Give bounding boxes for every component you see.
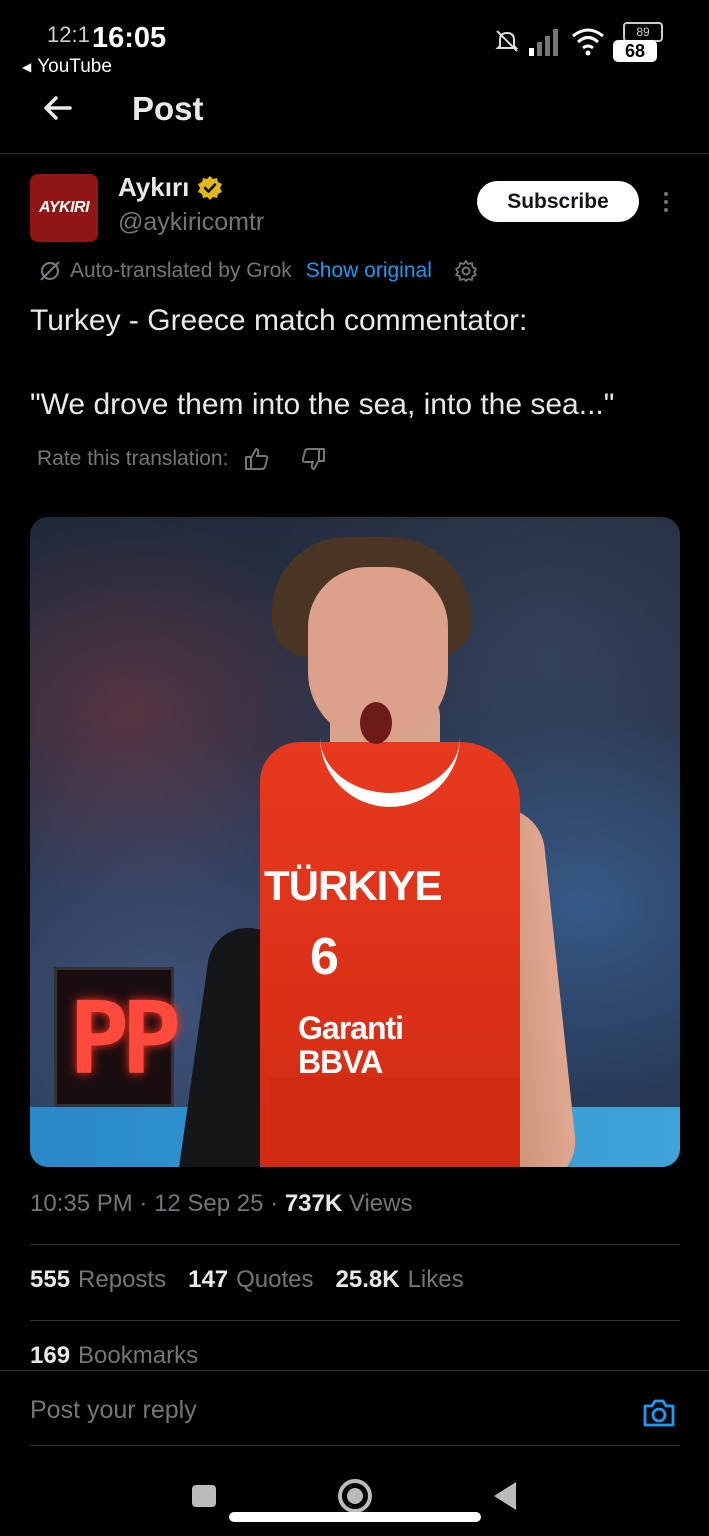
camera-icon[interactable] (642, 1397, 676, 1429)
back-to-app-link[interactable]: ◀ YouTube (22, 56, 112, 78)
jersey-number: 6 (310, 928, 339, 986)
back-arrow-icon[interactable] (38, 88, 78, 128)
wifi-icon (572, 28, 604, 56)
home-button[interactable] (338, 1479, 372, 1513)
subscribe-button[interactable]: Subscribe (477, 181, 639, 222)
author-name: Aykırı (118, 172, 190, 202)
more-options-icon[interactable] (656, 186, 676, 218)
back-app-label: YouTube (37, 56, 112, 77)
post-text: Turkey - Greece match commentator: "We d… (30, 304, 615, 421)
likes-label: Likes (407, 1266, 464, 1293)
battery-value: 68 (613, 40, 657, 62)
quotes-label: Quotes (236, 1266, 314, 1293)
post-date: 12 Sep 25 (154, 1190, 264, 1217)
reposts-count: 555 (30, 1266, 71, 1293)
quotes-stat[interactable]: 147 Quotes (188, 1266, 313, 1294)
home-indicator[interactable] (229, 1512, 481, 1522)
battery-small-value: 89 (623, 22, 663, 42)
player-mouth (360, 702, 392, 744)
views-count: 737K (284, 1190, 343, 1217)
views-label: Views (348, 1190, 413, 1217)
signal-icon (529, 29, 558, 56)
jersey-country-text: TÜRKIYE (264, 862, 442, 909)
translation-row: Auto-translated by Grok Show original (38, 256, 486, 286)
status-time: 16:05 (92, 22, 167, 54)
post-header: Post (0, 84, 709, 154)
back-button[interactable] (494, 1482, 516, 1510)
player-shorts (270, 1077, 520, 1167)
translation-label: Auto-translated by Grok (70, 259, 292, 282)
battery-indicator: 89 68 (613, 22, 663, 62)
system-icons: 89 68 (493, 22, 663, 62)
likes-stat[interactable]: 25.8K Likes (336, 1266, 464, 1294)
divider (30, 1445, 680, 1446)
status-time-secondary: 12:1 (47, 22, 90, 47)
recents-button[interactable] (192, 1485, 216, 1507)
sponsor-line-2: BBVA (298, 1044, 383, 1080)
likes-count: 25.8K (335, 1266, 400, 1293)
status-bar: 12:1 16:05 ◀ YouTube 89 68 (0, 0, 709, 84)
author-name-row[interactable]: Aykırı (118, 172, 223, 203)
jersey-sponsor: Garanti BBVA (298, 1010, 404, 1080)
gear-icon[interactable] (454, 259, 478, 283)
back-triangle-icon: ◀ (22, 60, 32, 74)
reposts-label: Reposts (78, 1266, 167, 1293)
quotes-count: 147 (188, 1266, 229, 1293)
author-handle[interactable]: @aykiricomtr (118, 208, 264, 237)
divider (30, 1244, 680, 1245)
thumbs-up-icon[interactable] (244, 447, 270, 471)
show-original-link[interactable]: Show original (306, 259, 432, 283)
divider (30, 1320, 680, 1321)
bookmarks-count: 169 (30, 1342, 71, 1369)
reposts-stat[interactable]: 555 Reposts (30, 1266, 166, 1294)
rate-translation-row: Rate this translation: (37, 444, 326, 474)
page-title: Post (132, 90, 204, 127)
avatar-text: AYKIRI (38, 199, 90, 216)
system-nav-bar (0, 1450, 709, 1536)
bookmarks-label: Bookmarks (78, 1342, 199, 1369)
verified-badge-icon (198, 175, 223, 200)
engagement-stats: 555 Reposts 147 Quotes 25.8K Likes (30, 1266, 464, 1294)
shot-clock-display: PP (69, 980, 181, 1097)
avatar[interactable]: AYKIRI (30, 174, 98, 242)
thumbs-down-icon[interactable] (300, 447, 326, 471)
rate-translation-label: Rate this translation: (37, 447, 229, 470)
post-image[interactable]: PP TÜRKIYE 6 Garanti BBVA (30, 517, 680, 1167)
grok-icon (40, 261, 60, 281)
reply-input[interactable] (30, 1396, 630, 1425)
post-time: 10:35 PM (30, 1190, 133, 1217)
bookmarks-stat[interactable]: 169 Bookmarks (30, 1342, 198, 1370)
shot-clock: PP (54, 967, 181, 1107)
sponsor-line-1: Garanti (298, 1010, 404, 1046)
mute-bell-icon (495, 30, 519, 52)
post-meta: 10:35 PM · 12 Sep 25 · 737K Views (30, 1190, 413, 1217)
